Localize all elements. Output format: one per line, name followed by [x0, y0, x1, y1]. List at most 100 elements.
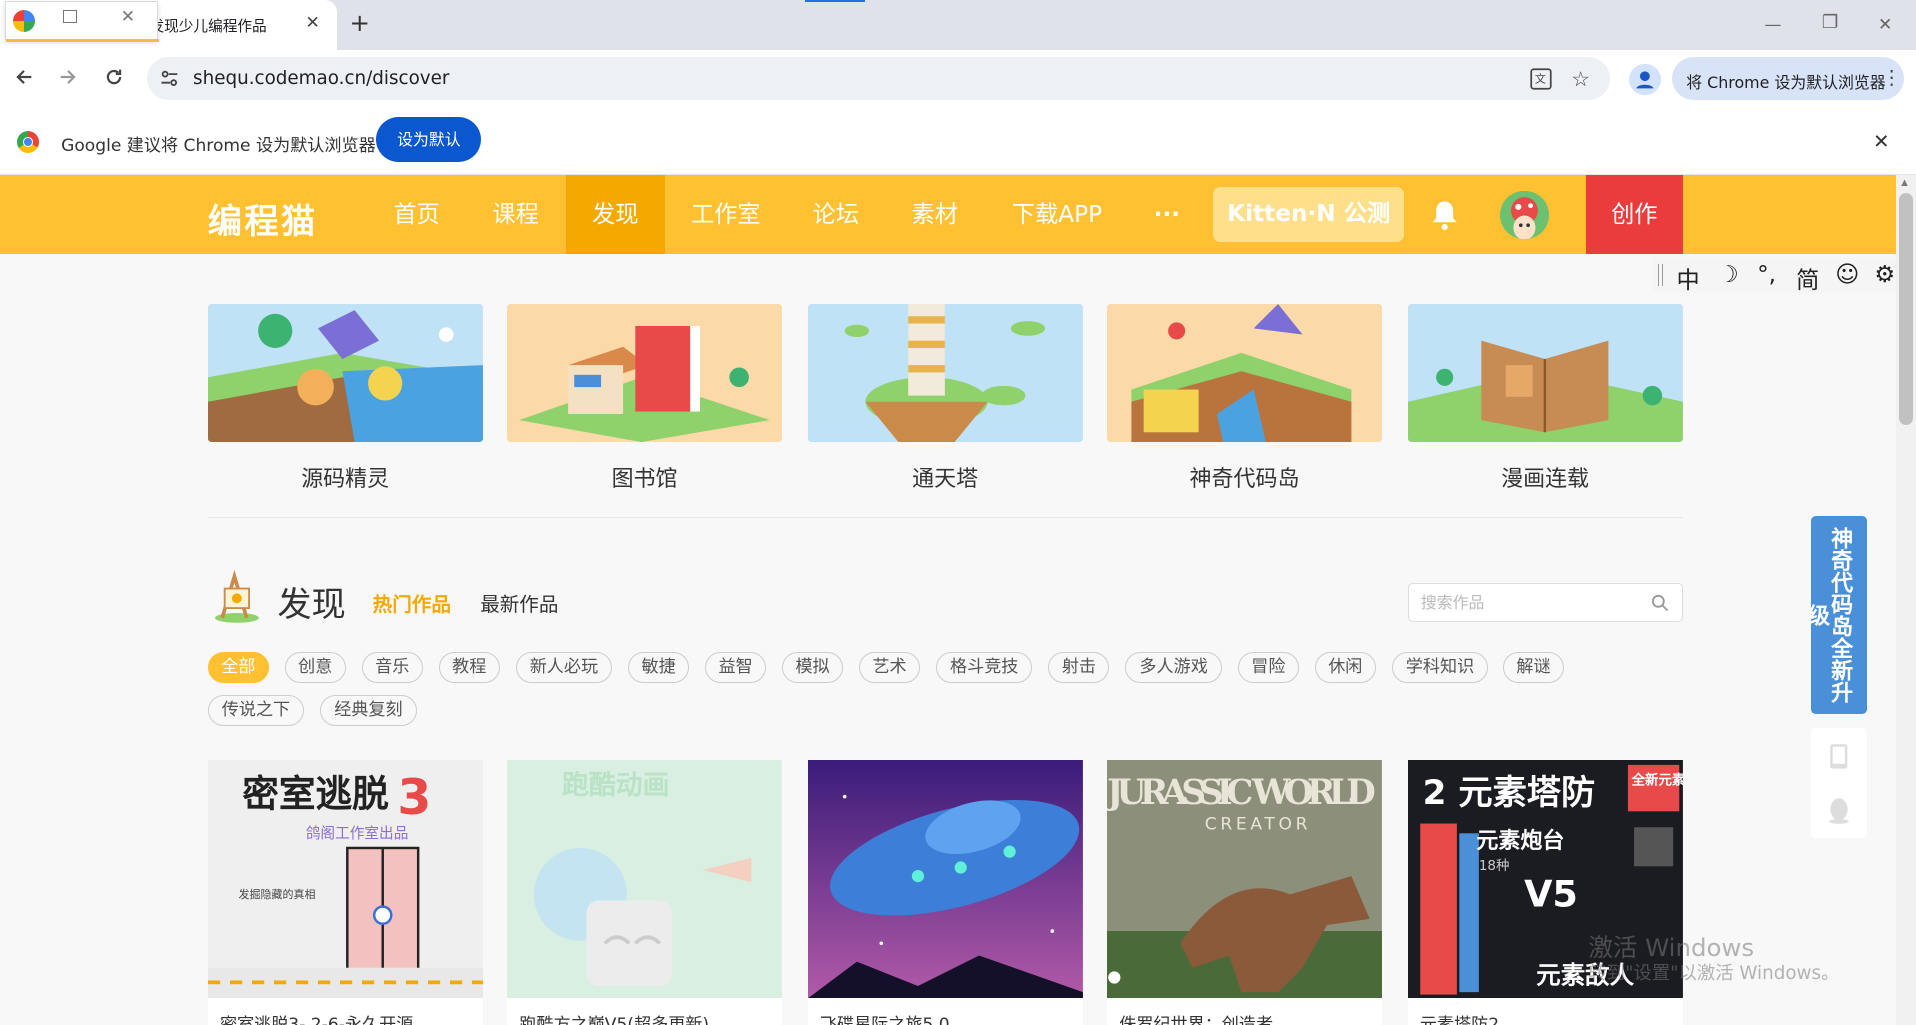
- feature-code-island[interactable]: 神奇代码岛: [1107, 304, 1382, 492]
- tab-close-icon[interactable]: ✕: [305, 13, 319, 33]
- tab-strip: -发现少儿编程作品 ✕ ✕ + — ❐ ✕: [0, 0, 1916, 51]
- feature-comics[interactable]: 漫画连载: [1407, 304, 1683, 492]
- user-avatar[interactable]: [1500, 190, 1550, 240]
- tag-puzzle[interactable]: 益智: [705, 652, 767, 684]
- feature-library[interactable]: 图书馆: [507, 304, 782, 492]
- qq-penguin-icon[interactable]: [1828, 797, 1850, 824]
- reload-icon[interactable]: [103, 66, 125, 88]
- tag-tutorial[interactable]: 教程: [438, 652, 500, 684]
- feature-label: 图书馆: [611, 466, 678, 492]
- work-title[interactable]: 飞碟星际之旅5.0: [808, 998, 1083, 1025]
- site-logo[interactable]: 编程猫: [208, 193, 318, 243]
- work-card[interactable]: 飞碟星际之旅5.0: [807, 760, 1083, 1025]
- tag-undertale[interactable]: 传说之下: [207, 695, 305, 726]
- tag-art[interactable]: 艺术: [858, 652, 921, 684]
- profile-icon[interactable]: [1628, 63, 1661, 96]
- scrollbar-thumb[interactable]: [1898, 193, 1914, 426]
- maximize-icon[interactable]: [63, 9, 77, 23]
- work-card[interactable]: 跑酷动画 跑酷方之巅V5(超多更新): [507, 760, 782, 1025]
- search-input[interactable]: [1420, 589, 1641, 615]
- infobar-close-icon[interactable]: ✕: [1873, 130, 1889, 153]
- loading-indicator: [805, 0, 866, 3]
- nav-home[interactable]: 首页: [373, 175, 461, 254]
- ime-punctuation[interactable]: °,: [1757, 261, 1776, 288]
- tab-hot-works[interactable]: 热门作品: [373, 588, 451, 617]
- work-title[interactable]: 跑酷方之巅V5(超多更新): [507, 998, 782, 1025]
- ime-simplified[interactable]: 简: [1796, 261, 1819, 295]
- new-tab-icon[interactable]: +: [349, 10, 369, 35]
- tag-academic[interactable]: 学科知识: [1391, 652, 1489, 684]
- cover-title: 2 元素塔防: [1422, 773, 1595, 813]
- code-island-side-banner[interactable]: 神奇代码岛全新升级: [1810, 515, 1868, 714]
- tablet-icon[interactable]: [1829, 743, 1849, 770]
- activation-watermark-text: 转到"设置"以激活 Windows。: [1588, 963, 1840, 985]
- tag-all[interactable]: 全部: [207, 652, 269, 684]
- ime-emoji-icon[interactable]: ☺: [1835, 261, 1859, 288]
- tag-multiplayer[interactable]: 多人游戏: [1125, 652, 1222, 684]
- chrome-logo-icon: [17, 130, 40, 153]
- kitten-n-badge[interactable]: Kitten·N 公测: [1213, 186, 1404, 242]
- set-default-button[interactable]: 设为默认: [376, 117, 482, 163]
- nav-courses[interactable]: 课程: [472, 175, 560, 254]
- mini-window[interactable]: ✕: [4, 1, 159, 42]
- ime-moon-icon[interactable]: ☽: [1718, 261, 1739, 288]
- tag-simulation[interactable]: 模拟: [782, 652, 844, 684]
- work-card[interactable]: 密室逃脱 3 鸽阁工作室出品 发掘隐藏的真相 密室逃脱3- 2-6-永久开源: [207, 760, 483, 1025]
- bookmark-star-icon[interactable]: ☆: [1571, 67, 1590, 91]
- close-icon[interactable]: ✕: [121, 7, 135, 27]
- tab-new-works[interactable]: 最新作品: [480, 588, 558, 617]
- work-cover: JURASSIC WORLD CREATOR: [1107, 760, 1382, 999]
- ime-drag-handle[interactable]: [1658, 263, 1663, 286]
- feature-image: [207, 304, 483, 443]
- cover-title: 密室逃脱: [242, 772, 389, 815]
- scroll-up-icon[interactable]: ▲: [1901, 178, 1908, 188]
- tag-agility[interactable]: 敏捷: [628, 652, 690, 684]
- app-icon: [13, 9, 36, 32]
- feature-label: 漫画连载: [1501, 466, 1590, 492]
- menu-kebab-icon[interactable]: ⋮: [1882, 66, 1902, 89]
- restore-icon[interactable]: ❐: [1822, 12, 1838, 33]
- translate-icon[interactable]: 文: [1530, 68, 1552, 91]
- discover-easel-icon: [210, 569, 264, 624]
- nav-more[interactable]: ···: [1139, 175, 1195, 254]
- minimize-icon[interactable]: —: [1764, 15, 1781, 35]
- feature-label: 源码精灵: [301, 466, 390, 492]
- nav-assets[interactable]: 素材: [896, 175, 974, 254]
- tag-newbie[interactable]: 新人必玩: [515, 652, 613, 684]
- nav-discover[interactable]: 发现: [565, 174, 665, 255]
- work-card[interactable]: JURASSIC WORLD CREATOR 侏罗纪世界：创造者: [1107, 760, 1382, 1025]
- feature-source-sprite[interactable]: 源码精灵: [207, 304, 483, 492]
- tag-fighting[interactable]: 格斗竞技: [935, 652, 1033, 684]
- set-default-browser-pill[interactable]: 将 Chrome 设为默认浏览器 ⋮: [1671, 57, 1904, 101]
- nav-studio[interactable]: 工作室: [678, 175, 773, 254]
- tag-adventure[interactable]: 冒险: [1237, 652, 1299, 684]
- work-card[interactable]: 2 元素塔防 全新元素 元素炮台 18种 V5 元素敌人 元素塔防2: [1407, 760, 1683, 1025]
- ime-settings-icon[interactable]: ⚙: [1874, 261, 1895, 288]
- work-title[interactable]: 元素塔防2: [1408, 998, 1683, 1025]
- window-close-icon[interactable]: ✕: [1878, 15, 1892, 35]
- tag-riddle[interactable]: 解谜: [1502, 652, 1565, 684]
- work-title[interactable]: 密室逃脱3- 2-6-永久开源: [208, 998, 483, 1025]
- back-icon[interactable]: [13, 66, 35, 88]
- forward-icon[interactable]: [57, 66, 79, 88]
- tag-creative[interactable]: 创意: [284, 652, 346, 684]
- cover-note: 发掘隐藏的真相: [238, 887, 315, 901]
- address-bar[interactable]: shequ.codemao.cn/discover 文 ☆: [146, 57, 1611, 101]
- search-icon[interactable]: [1651, 594, 1669, 612]
- work-search-box[interactable]: [1407, 582, 1683, 622]
- nav-forum[interactable]: 论坛: [797, 175, 875, 254]
- feature-babel-tower[interactable]: 通天塔: [807, 304, 1083, 492]
- site-info-icon[interactable]: [159, 68, 180, 89]
- url-text[interactable]: shequ.codemao.cn/discover: [193, 68, 449, 89]
- create-button[interactable]: 创作: [1586, 174, 1683, 255]
- tag-casual[interactable]: 休闲: [1314, 652, 1376, 684]
- tag-classic-remake[interactable]: 经典复刻: [320, 695, 417, 726]
- work-cover: [807, 760, 1083, 999]
- work-title[interactable]: 侏罗纪世界：创造者: [1107, 998, 1382, 1025]
- feature-label: 通天塔: [912, 466, 979, 492]
- ime-chinese-mode[interactable]: 中: [1676, 261, 1699, 295]
- tag-music[interactable]: 音乐: [361, 652, 423, 684]
- nav-download-app[interactable]: 下载APP: [997, 175, 1117, 254]
- tag-shooting[interactable]: 射击: [1048, 652, 1110, 684]
- bell-icon[interactable]: [1430, 199, 1459, 231]
